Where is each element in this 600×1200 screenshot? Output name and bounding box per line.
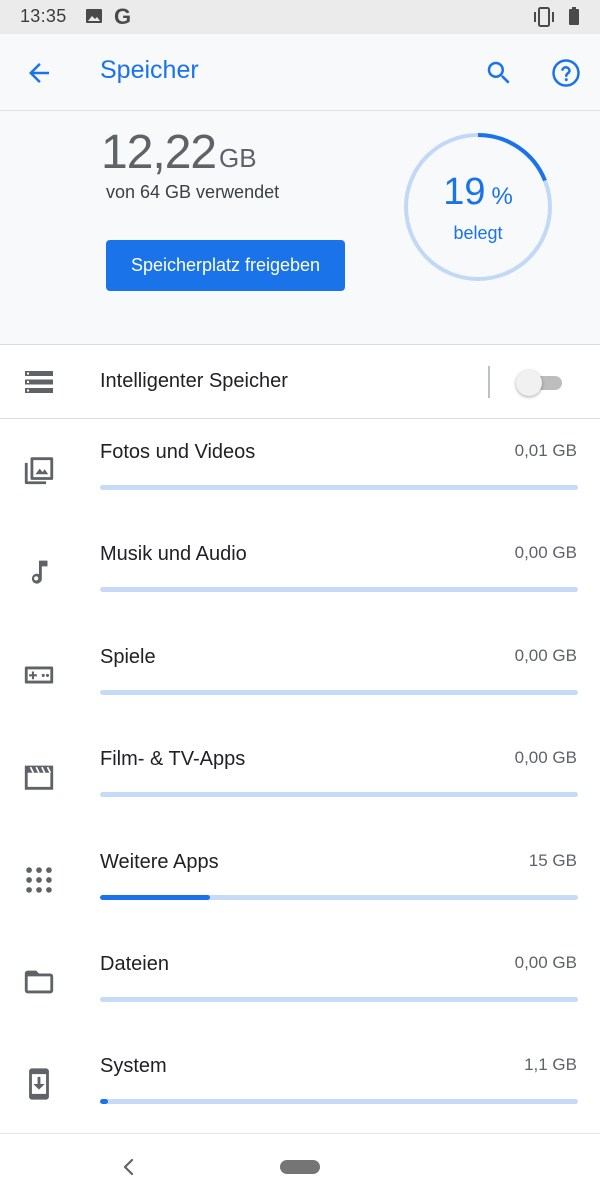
category-other-apps[interactable]: Weitere Apps 15 GB [0,829,600,931]
help-icon[interactable] [551,58,581,88]
category-label: Dateien [100,952,169,975]
free-up-space-button[interactable]: Speicherplatz freigeben [106,240,345,291]
usage-percent-value: 19 [443,171,486,213]
photo-icon [24,457,54,485]
total-storage-text: von 64 GB verwendet [106,182,280,202]
category-size: 1,1 GB [524,1055,577,1075]
status-time: 13:35 [20,6,67,26]
used-storage-unit: GB [219,143,257,173]
back-arrow-icon[interactable] [24,58,54,88]
category-size: 0,00 GB [514,952,577,972]
system-nav-bar [0,1133,600,1200]
music-note-icon [31,561,48,585]
smart-storage-row[interactable]: Intelligenter Speicher [0,344,600,419]
category-size: 0,00 GB [514,645,577,665]
image-icon [86,9,102,23]
toggle-thumb [516,370,542,396]
storage-categories: Fotos und Videos 0,01 GB Musik und Audio… [0,419,600,1136]
category-label: System [100,1055,167,1078]
category-usage-bar [100,689,578,695]
category-usage-fill [100,1099,109,1105]
used-storage-value: 12,22 [101,126,217,179]
category-usage-bar [100,485,578,490]
category-usage-bar [100,894,578,900]
app-bar: Speicher [0,34,600,111]
category-label: Weitere Apps [100,850,219,873]
folder-icon [24,970,54,994]
nav-back-icon[interactable] [118,1156,140,1178]
usage-caption: belegt [453,223,503,243]
category-label: Film- & TV-Apps [100,748,246,771]
category-label: Fotos und Videos [100,441,256,463]
category-label: Musik und Audio [100,543,247,566]
category-usage-bar [100,792,578,798]
vibrate-icon [534,7,554,27]
category-photos-videos[interactable]: Fotos und Videos 0,01 GB [0,419,600,521]
category-music-audio[interactable]: Musik und Audio 0,00 GB [0,521,600,623]
category-files[interactable]: Dateien 0,00 GB [0,931,600,1033]
page-title: Speicher [100,56,199,84]
category-movies-tv[interactable]: Film- & TV-Apps 0,00 GB [0,726,600,828]
category-usage-bar [100,587,578,593]
storage-summary: 12,22 GB von 64 GB verwendet Speicherpla… [0,111,600,344]
gamepad-icon [24,666,54,684]
category-system[interactable]: System 1,1 GB [0,1033,600,1135]
category-size: 0,01 GB [514,441,577,460]
category-usage-bar [100,1099,578,1105]
battery-icon [569,7,579,25]
status-bar: 13:35 G [0,0,600,34]
category-label: Spiele [100,645,156,668]
category-size: 0,00 GB [514,748,577,768]
smart-storage-label: Intelligenter Speicher [100,370,288,392]
usage-percent: 19% [402,171,554,214]
system-update-icon [29,1068,49,1100]
google-g-icon: G [114,4,132,29]
smart-storage-toggle[interactable] [516,370,564,396]
category-usage-fill [100,894,210,900]
movie-icon [24,765,54,790]
usage-percent-symbol: % [491,183,513,210]
category-usage-bar [100,996,578,1002]
apps-grid-icon [26,866,52,893]
storage-list-icon [25,371,53,393]
category-size: 0,00 GB [514,543,577,563]
category-games[interactable]: Spiele 0,00 GB [0,624,600,726]
category-size: 15 GB [528,850,577,870]
vertical-divider [488,366,490,398]
home-pill-icon[interactable] [280,1160,320,1174]
search-icon[interactable] [484,58,514,88]
